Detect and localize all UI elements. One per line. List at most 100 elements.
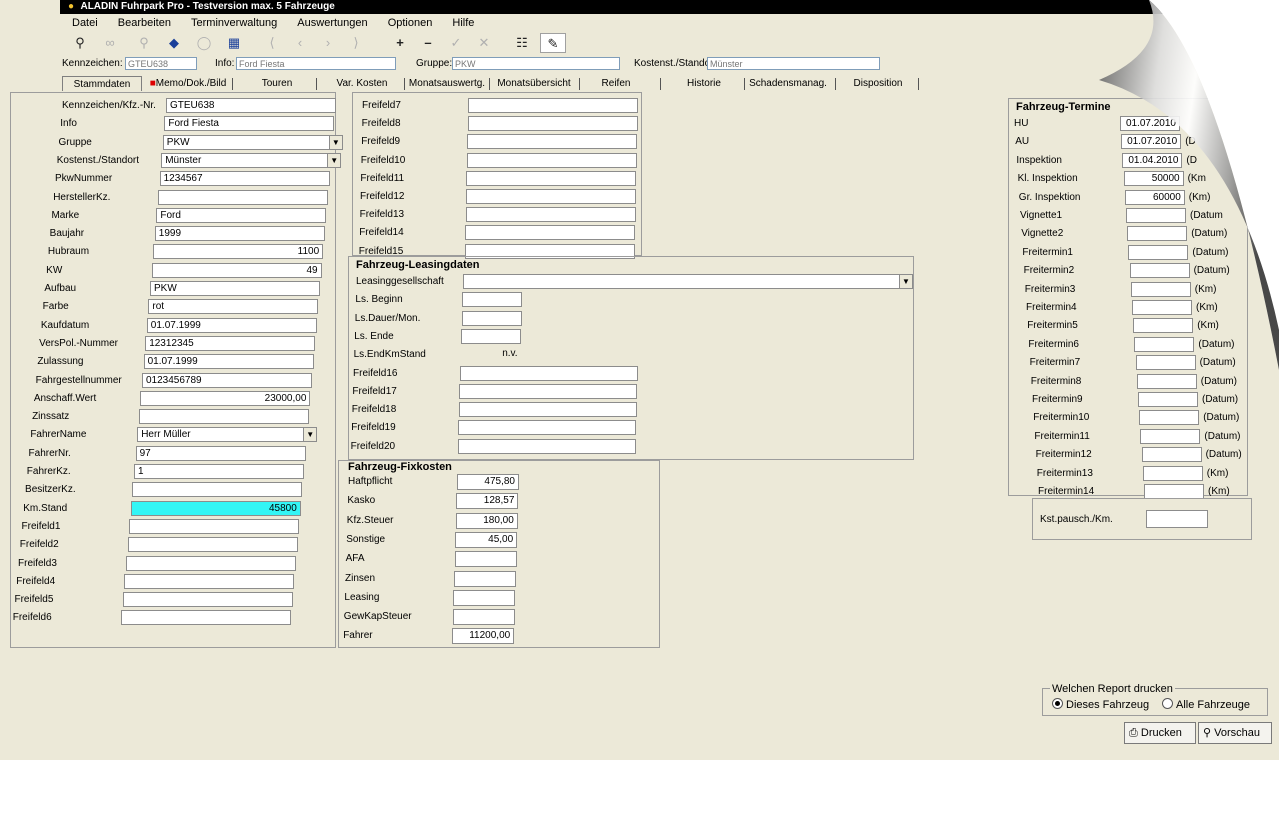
grid-icon[interactable]: ☷: [512, 33, 532, 53]
next-icon[interactable]: ›: [318, 33, 338, 53]
tab-memo[interactable]: ■Memo/Dok./Bild: [146, 76, 230, 91]
stamm-field-2[interactable]: PKW ▼: [162, 134, 343, 150]
termin-field-14[interactable]: [1136, 373, 1197, 389]
freifeld-mid-field-3[interactable]: [466, 152, 637, 168]
stamm-field-0[interactable]: GTEU638: [166, 98, 336, 113]
eraser-icon[interactable]: ◯: [194, 33, 214, 53]
menu-bearbeiten[interactable]: Bearbeiten: [118, 17, 171, 29]
prev-icon[interactable]: ‹: [290, 33, 310, 53]
freifeld-mid-field-4[interactable]: [466, 170, 637, 186]
fixkosten-field-8[interactable]: 11200,00: [452, 628, 515, 645]
termin-field-16[interactable]: [1139, 410, 1200, 426]
report-option-all[interactable]: Alle Fahrzeuge: [1162, 698, 1250, 711]
stamm-field-24[interactable]: [127, 537, 298, 553]
termin-field-2[interactable]: 01.04.2010: [1122, 152, 1183, 168]
stamm-field-1[interactable]: Ford Fiesta: [164, 116, 335, 132]
first-icon[interactable]: ⟨: [262, 33, 282, 53]
stamm-field-25[interactable]: [126, 555, 296, 571]
leasing-field-2[interactable]: [461, 310, 522, 326]
tab-disposition[interactable]: Disposition: [838, 76, 918, 91]
stamm-field-23[interactable]: [129, 518, 300, 534]
cross-icon[interactable]: ✕: [474, 33, 494, 53]
termin-field-8[interactable]: [1129, 263, 1190, 279]
stamm-field-6[interactable]: Ford: [156, 207, 327, 223]
stamm-field-21[interactable]: [132, 482, 303, 498]
stamm-field-7[interactable]: 1999: [154, 226, 325, 242]
termin-field-19[interactable]: [1142, 465, 1203, 481]
termin-field-4[interactable]: 60000: [1124, 189, 1185, 205]
termin-field-17[interactable]: [1140, 428, 1201, 444]
fixkosten-field-7[interactable]: [452, 609, 515, 626]
termin-field-12[interactable]: [1134, 336, 1195, 352]
leasing-field-6[interactable]: [459, 383, 638, 399]
binoculars-icon[interactable]: ∞: [100, 33, 120, 53]
freifeld-mid-field-6[interactable]: [465, 207, 636, 223]
fixkosten-field-3[interactable]: 45,00: [455, 531, 518, 548]
stamm-field-5[interactable]: [158, 189, 328, 205]
leasing-field-8[interactable]: [458, 420, 637, 436]
kostenst-field[interactable]: Münster: [707, 57, 880, 70]
tab-var-kosten[interactable]: Var. Kosten: [322, 76, 402, 91]
stamm-field-9[interactable]: 49: [151, 262, 322, 278]
freifeld-mid-field-1[interactable]: [467, 116, 638, 132]
termin-field-3[interactable]: 50000: [1123, 171, 1184, 187]
stamm-field-12[interactable]: 01.07.1999: [146, 317, 317, 333]
stamm-field-26[interactable]: [124, 573, 295, 589]
freifeld-mid-field-0[interactable]: [468, 98, 638, 113]
stamm-field-19[interactable]: 97: [135, 445, 306, 461]
print-button[interactable]: ⎙ Drucken: [1124, 722, 1196, 744]
tab-monatsauswertung[interactable]: Monatsauswertg.: [406, 76, 488, 91]
stamm-field-13[interactable]: 12312345: [145, 335, 316, 351]
stamm-field-3[interactable]: Münster ▼: [161, 152, 342, 168]
stamm-field-14[interactable]: 01.07.1999: [143, 354, 314, 370]
report-option-this[interactable]: Dieses Fahrzeug: [1052, 698, 1149, 711]
tab-historie[interactable]: Historie: [674, 76, 734, 91]
termin-field-1[interactable]: 01.07.2010: [1121, 134, 1182, 150]
stamm-field-20[interactable]: 1: [134, 464, 304, 479]
fixkosten-field-0[interactable]: 475,80: [457, 474, 519, 490]
leasing-field-0[interactable]: ▼: [463, 274, 913, 289]
freifeld-mid-field-2[interactable]: [467, 134, 638, 150]
preview-button[interactable]: ⚲ Vorschau: [1198, 722, 1272, 744]
tab-stammdaten[interactable]: Stammdaten: [62, 76, 142, 91]
leasing-field-1[interactable]: [462, 292, 523, 308]
menu-terminverwaltung[interactable]: Terminverwaltung: [191, 17, 277, 29]
termin-field-11[interactable]: [1133, 318, 1194, 334]
pausch-field[interactable]: [1146, 510, 1208, 528]
termin-field-15[interactable]: [1138, 392, 1198, 407]
tab-monatsuebersicht[interactable]: Monatsübersicht: [492, 76, 576, 91]
stamm-field-8[interactable]: 1100: [153, 244, 324, 260]
zoom-icon[interactable]: ⚲: [134, 33, 154, 53]
stamm-field-15[interactable]: 0123456789: [142, 372, 312, 388]
termin-field-10[interactable]: [1132, 300, 1192, 315]
leasing-field-9[interactable]: [457, 438, 636, 454]
tab-touren[interactable]: Touren: [246, 76, 308, 91]
stamm-field-18[interactable]: Herr Müller ▼: [137, 427, 318, 443]
termin-field-9[interactable]: [1130, 281, 1191, 297]
stamm-field-27[interactable]: [122, 592, 293, 608]
dropdown-arrow-icon[interactable]: ▼: [899, 275, 912, 288]
termin-field-0[interactable]: 01.07.2010: [1120, 116, 1180, 131]
stamm-field-17[interactable]: [138, 409, 309, 425]
tab-reifen[interactable]: Reifen: [588, 76, 644, 91]
dropdown-arrow-icon[interactable]: ▼: [328, 135, 342, 149]
stamm-field-10[interactable]: PKW: [150, 281, 320, 296]
stamm-field-22[interactable]: 45800: [130, 500, 301, 516]
termin-field-20[interactable]: [1144, 484, 1204, 499]
fixkosten-field-6[interactable]: [453, 589, 516, 606]
termin-field-5[interactable]: [1126, 208, 1186, 223]
termin-field-13[interactable]: [1135, 355, 1196, 371]
kennzeichen-field[interactable]: GTEU638: [125, 57, 197, 70]
leasing-field-7[interactable]: [458, 402, 637, 418]
check-icon[interactable]: ✓: [446, 33, 466, 53]
freifeld-mid-field-7[interactable]: [465, 225, 636, 241]
menu-datei[interactable]: Datei: [72, 17, 98, 29]
fixkosten-field-5[interactable]: [454, 570, 516, 587]
termin-field-7[interactable]: [1128, 244, 1189, 260]
menu-optionen[interactable]: Optionen: [388, 17, 433, 29]
stamm-field-4[interactable]: 1234567: [159, 171, 330, 187]
stamm-field-16[interactable]: 23000,00: [140, 390, 311, 406]
menu-hilfe[interactable]: Hilfe: [452, 17, 474, 29]
tag-icon[interactable]: ◆: [164, 33, 184, 53]
fixkosten-field-2[interactable]: 180,00: [455, 512, 518, 529]
